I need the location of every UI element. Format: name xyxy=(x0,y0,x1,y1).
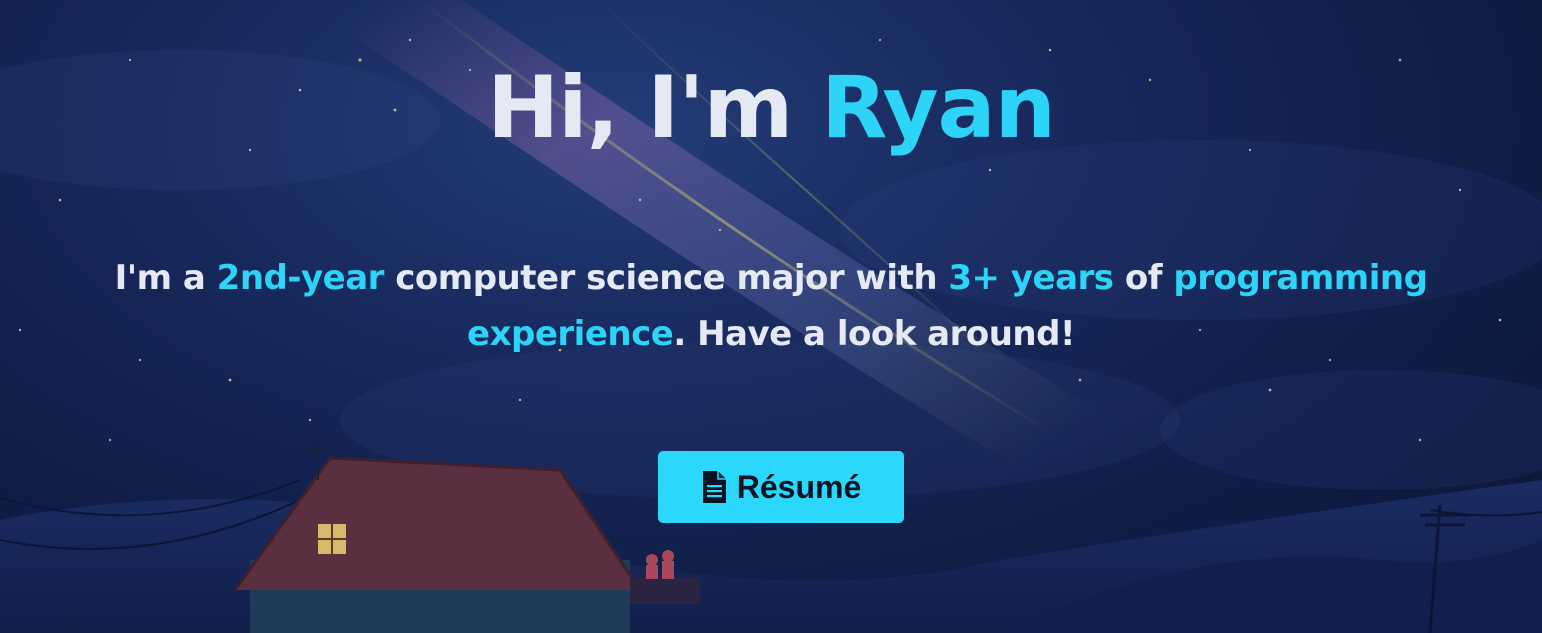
greeting-text: Hi, I'm xyxy=(487,58,822,158)
intro-text: computer science major with xyxy=(383,258,949,298)
resume-button-label: Résumé xyxy=(736,468,862,505)
hero-headline: Hi, I'm Ryan xyxy=(0,52,1542,164)
intro-text: I'm a xyxy=(114,258,217,298)
intro-highlight-experience-years: 3+ years xyxy=(948,258,1114,298)
intro-paragraph: I'm a 2nd-year computer science major wi… xyxy=(80,250,1462,362)
intro-highlight-year: 2nd-year xyxy=(216,258,385,298)
resume-button[interactable]: Résumé xyxy=(658,451,904,523)
intro-text: of xyxy=(1113,258,1174,298)
name-highlight: Ryan xyxy=(821,58,1056,158)
file-document-icon xyxy=(701,470,727,504)
hero-section: Hi, I'm Ryan I'm a 2nd-year computer sci… xyxy=(0,0,1542,633)
intro-text: . Have a look around! xyxy=(673,314,1075,354)
hero-content: Hi, I'm Ryan I'm a 2nd-year computer sci… xyxy=(0,0,1542,633)
